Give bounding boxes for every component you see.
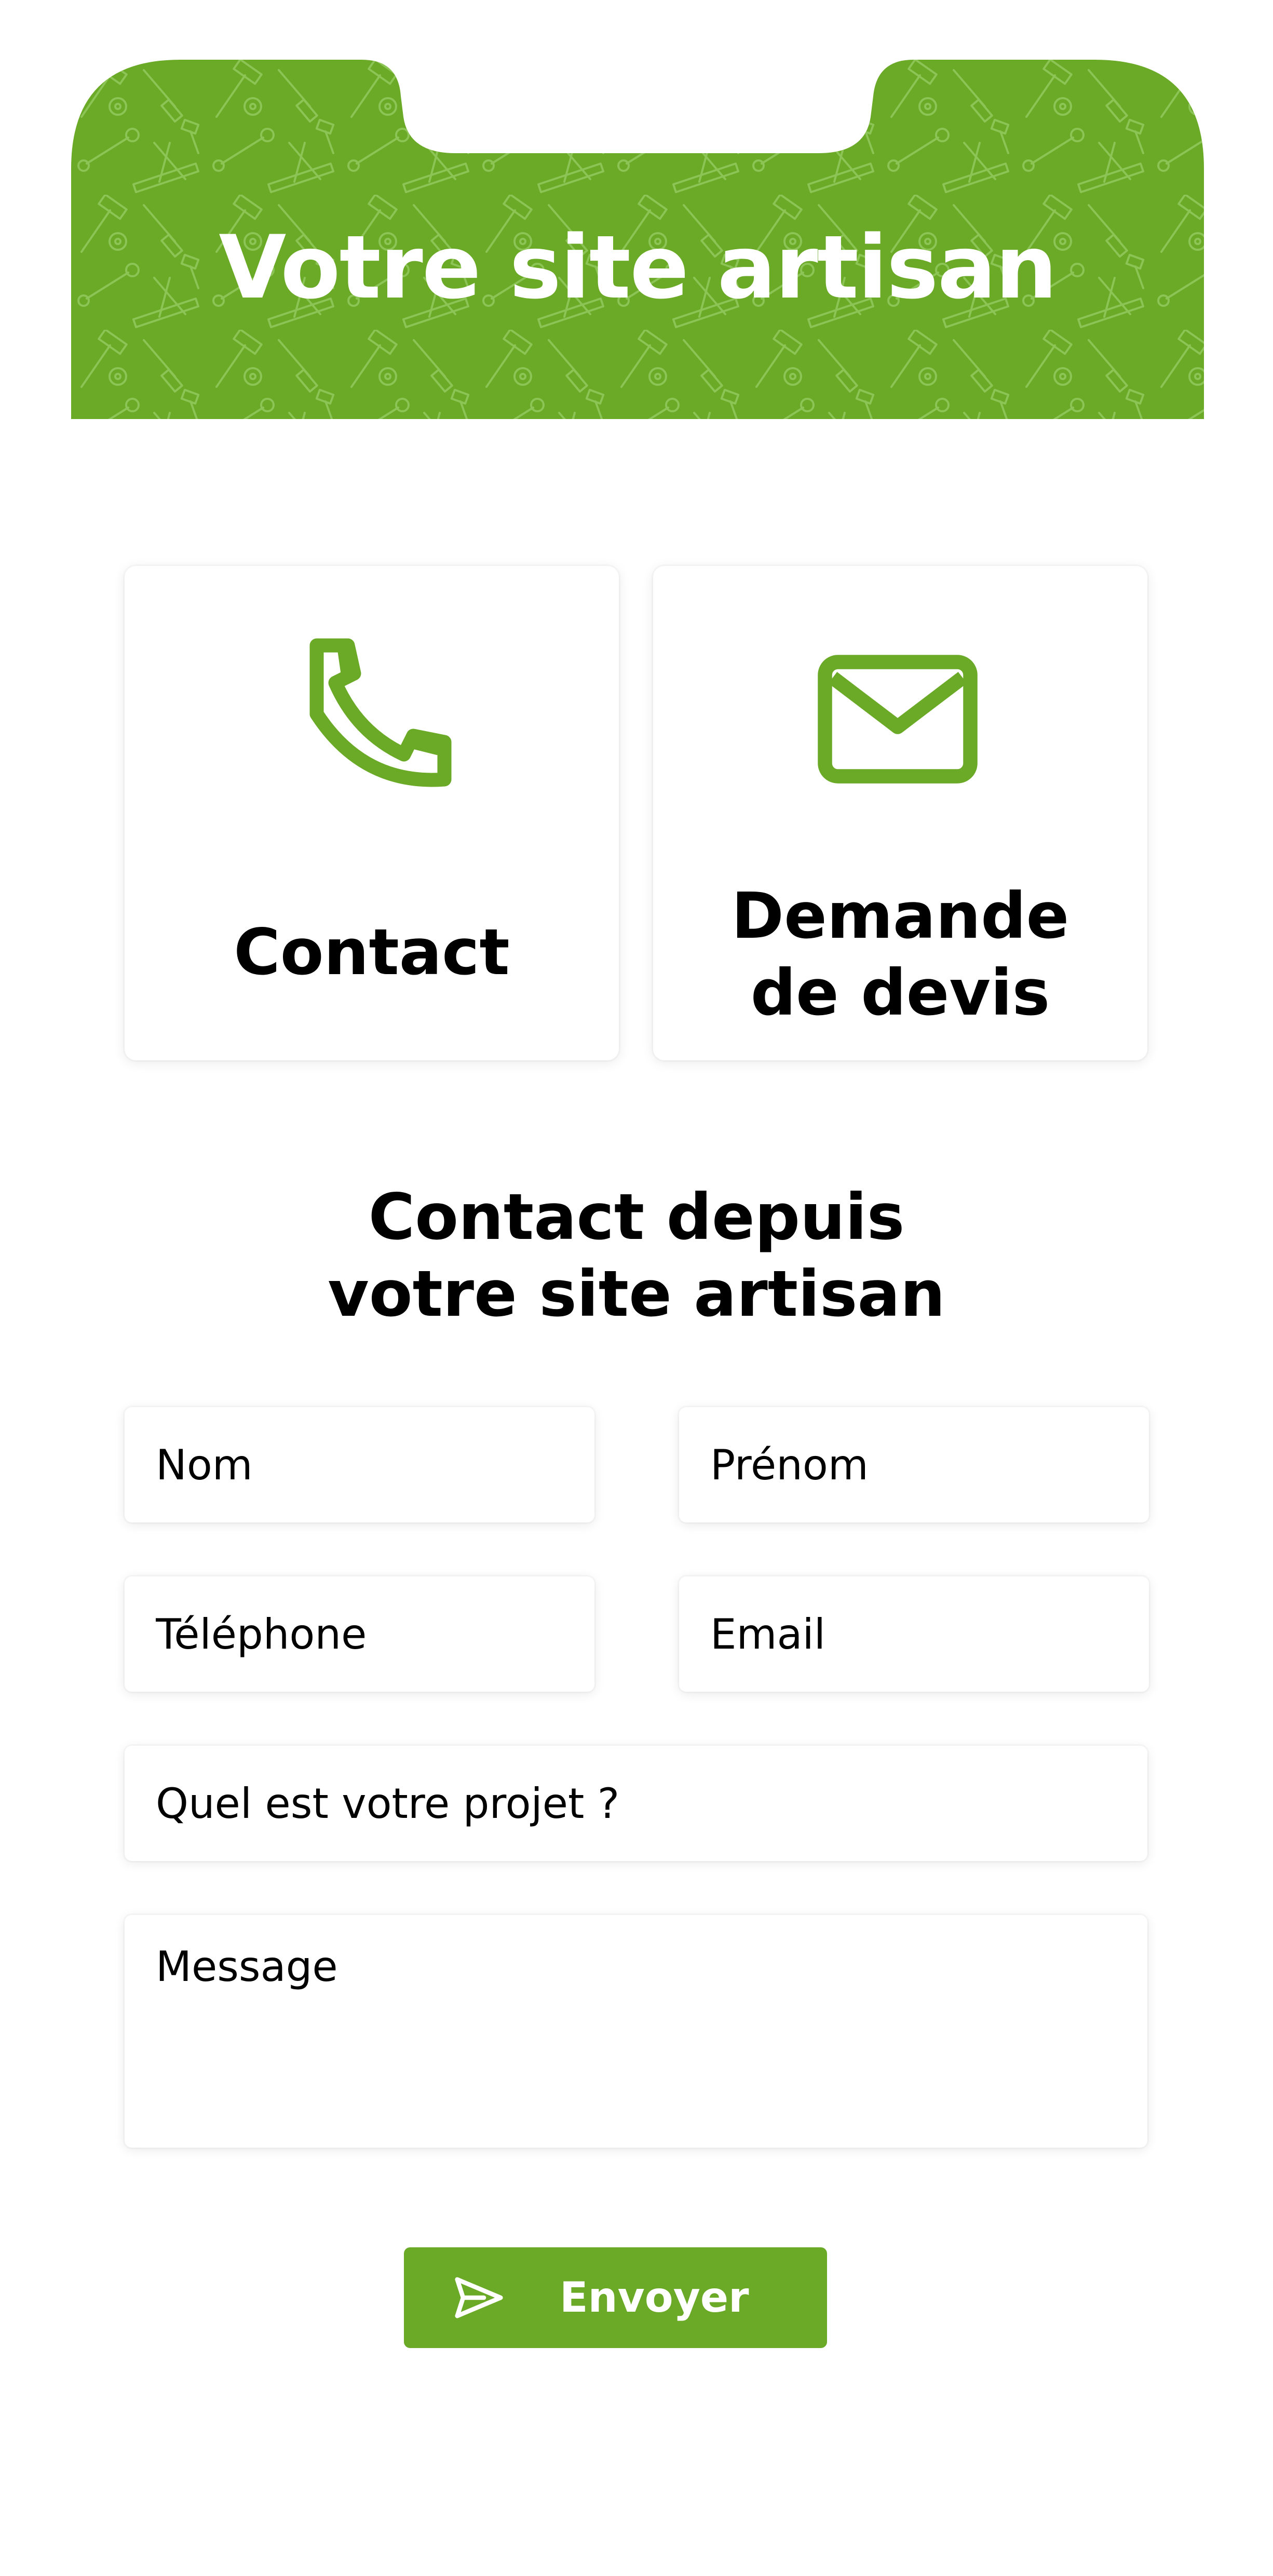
envoyer-button-label: Envoyer [560,2273,749,2322]
email-input[interactable] [679,1576,1149,1692]
send-icon [455,2277,503,2318]
header-title: Votre site artisan [219,217,1057,318]
envelope-icon [818,655,978,784]
devis-card-label: Demande de devis [731,879,1069,1030]
page: Votre site artisan Contact Demande de de… [0,0,1273,2576]
email-field-box [679,1576,1149,1692]
contact-card-label: Contact [234,915,510,989]
envoyer-button[interactable]: Envoyer [404,2247,827,2348]
telephone-field-box [125,1576,594,1692]
nom-input[interactable] [125,1407,594,1522]
form-section-title: Contact depuis votre site artisan [328,1180,945,1331]
phone-icon [309,638,452,787]
devis-card[interactable]: Demande de devis [653,566,1147,1060]
telephone-input[interactable] [125,1576,594,1692]
message-field-box [125,1915,1147,2148]
message-textarea[interactable] [125,1915,1147,2148]
contact-card[interactable]: Contact [125,566,619,1060]
prenom-field-box [679,1407,1149,1522]
nom-field-box [125,1407,594,1522]
projet-input[interactable] [125,1746,1147,1861]
header-banner: Votre site artisan [71,60,1204,419]
prenom-input[interactable] [679,1407,1149,1522]
projet-field-box [125,1746,1147,1861]
